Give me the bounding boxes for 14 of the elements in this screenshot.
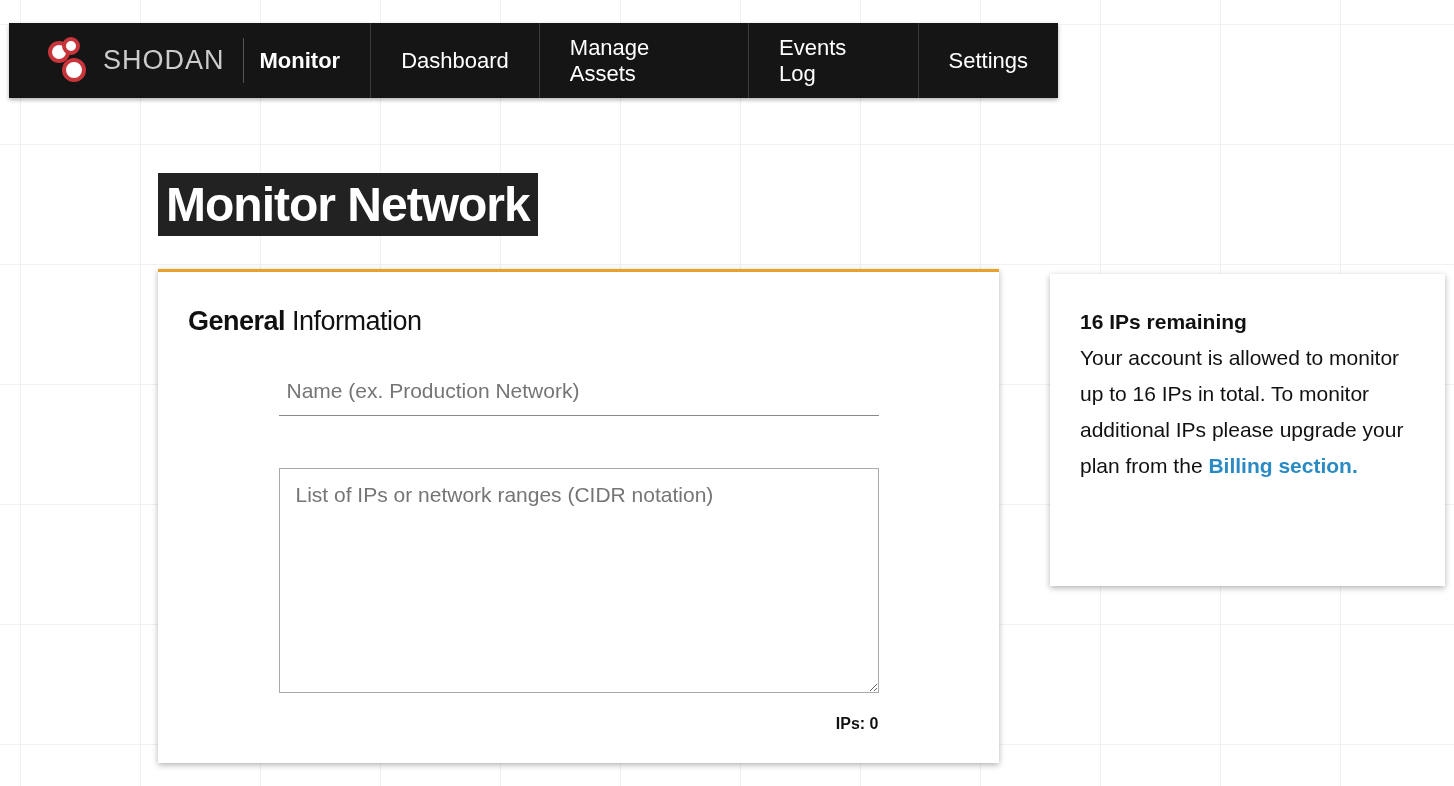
nav-link[interactable]: Manage Assets	[538, 23, 749, 98]
section-heading: General Information	[188, 306, 423, 337]
page-title: Monitor Network	[158, 173, 538, 236]
product-link[interactable]: Monitor	[242, 38, 371, 83]
brand-name: SHODAN	[103, 45, 225, 76]
panel-title: 16 IPs remaining	[1080, 310, 1248, 334]
panel-text: Your account is allowed to monitor up to 16 IPs in total. To monitor additional IPs please upgrade your plan from the Billing section.	[1080, 345, 1405, 479]
name-input-field[interactable]: Name (ex. Production Network)	[278, 367, 879, 416]
ip-count: IPs: 0	[835, 715, 879, 733]
nav-link[interactable]: Events Log	[748, 23, 918, 98]
nav-link[interactable]: Settings	[917, 23, 1058, 98]
ip-list-field[interactable]: List of IPs or network ranges (CIDR notation)	[278, 468, 879, 693]
billing-link[interactable]: Billing section.	[1208, 454, 1358, 477]
nav-link[interactable]: Dashboard	[370, 23, 539, 98]
